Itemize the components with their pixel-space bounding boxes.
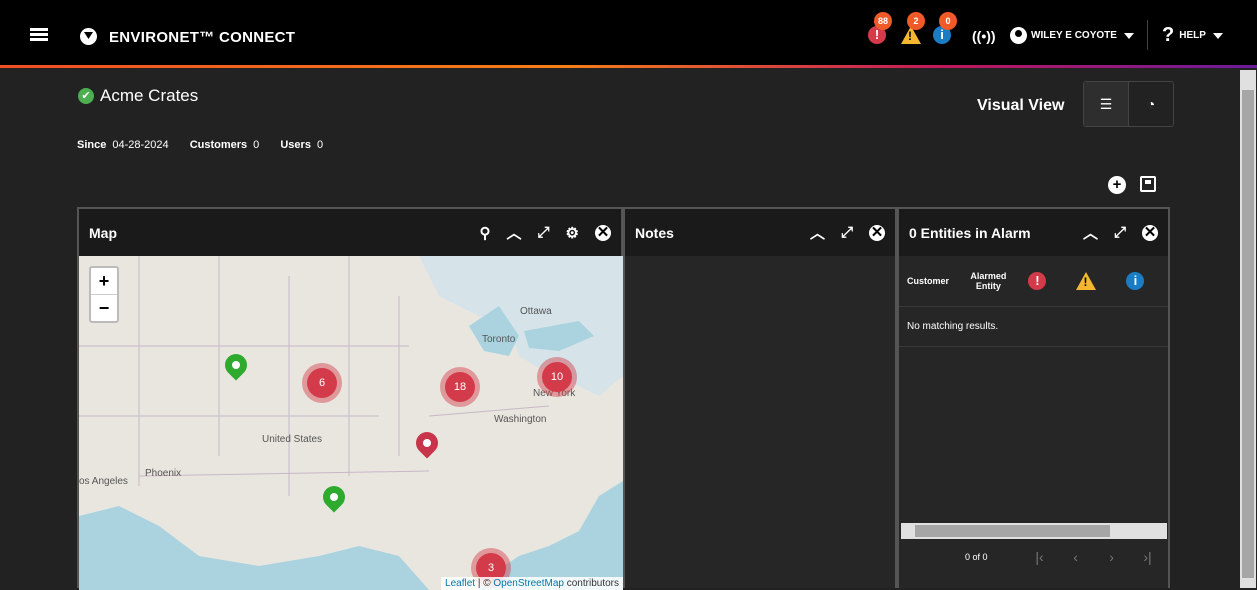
chevron-down-icon — [1123, 32, 1134, 39]
attribution-tail: contributors — [563, 578, 619, 589]
marker-cluster[interactable]: 10 — [542, 362, 572, 392]
collapse-icon[interactable]: ︿ — [507, 222, 522, 243]
customers-label: Customers — [189, 139, 248, 151]
customers-value: 0 — [253, 139, 260, 151]
map-label-ottawa: Ottawa — [520, 306, 552, 317]
page-count: 0 of 0 — [965, 552, 988, 562]
ocean-southwest — [79, 506, 429, 590]
zoom-out-button[interactable]: − — [91, 295, 117, 321]
prev-page-icon[interactable]: ‹ — [1058, 549, 1094, 565]
panel-actions: + — [1108, 176, 1156, 194]
site-title-row: ✔ Acme Crates — [78, 86, 198, 106]
user-menu[interactable]: WILEY E COYOTE — [1010, 27, 1134, 44]
marker-cluster[interactable]: 18 — [445, 372, 475, 402]
column-critical[interactable]: ! — [1013, 272, 1062, 290]
notes-panel-header: Notes ︿ ⤢ ✕ — [625, 209, 895, 256]
pagination: 0 of 0 |‹ ‹ › ›| — [899, 549, 1168, 565]
last-page-icon[interactable]: ›| — [1130, 549, 1166, 565]
osm-link[interactable]: OpenStreetMap — [493, 578, 564, 589]
map-label-united-states: United States — [262, 434, 323, 445]
help-menu[interactable]: ? HELP — [1162, 24, 1223, 47]
warning-alert-count: 2 — [907, 12, 925, 30]
column-alarmed-entity[interactable]: Alarmed Entity — [964, 271, 1013, 291]
map-panel-header: Map ⚲ ︿ ⤢ ⚙ ✕ — [79, 209, 621, 256]
warning-alerts-button[interactable]: ! 2 — [901, 12, 925, 44]
brand-title: ENVIRONET™ CONNECT — [109, 29, 296, 46]
zoom-control: + − — [89, 266, 119, 323]
help-label: HELP — [1179, 30, 1206, 41]
accent-gradient-line — [0, 65, 1257, 68]
collapse-icon[interactable]: ︿ — [1083, 222, 1098, 243]
info-icon: i — [1126, 272, 1145, 290]
wireless-signal-icon[interactable]: ((•)) — [972, 28, 996, 44]
expand-icon[interactable]: ⤢ — [841, 224, 853, 241]
first-page-icon[interactable]: |‹ — [1022, 549, 1058, 565]
alarm-panel: 0 Entities in Alarm ︿ ⤢ ✕ Customer Alarm… — [897, 207, 1170, 588]
dashboard-view-icon[interactable]: ◔ — [1129, 82, 1173, 126]
expand-icon[interactable]: ⤢ — [1114, 224, 1126, 241]
notes-panel: Notes ︿ ⤢ ✕ — [623, 207, 897, 588]
view-mode-toggle: ☰ ◔ — [1083, 81, 1174, 127]
check-circle-icon: ✔ — [78, 88, 94, 104]
close-icon[interactable]: ✕ — [869, 224, 885, 241]
view-mode-label: Visual View — [977, 97, 1065, 114]
empty-state-text: No matching results. — [899, 307, 1168, 347]
since-value: 04-28-2024 — [112, 139, 169, 151]
divider — [1147, 20, 1148, 50]
close-icon[interactable]: ✕ — [595, 224, 611, 241]
critical-icon: ! — [1028, 272, 1047, 290]
map-canvas[interactable]: Ottawa Toronto New York Washington Unite… — [79, 256, 623, 590]
user-name: WILEY E COYOTE — [1031, 30, 1117, 41]
marker-cluster[interactable]: 6 — [307, 368, 337, 398]
add-panel-icon[interactable]: + — [1108, 176, 1126, 194]
column-customer[interactable]: Customer — [907, 276, 964, 286]
attribution-separator: | © — [475, 578, 494, 589]
info-alert-count: 0 — [939, 12, 957, 30]
warning-icon: ! — [1076, 272, 1097, 290]
alarm-table-header: Customer Alarmed Entity ! ! i — [899, 256, 1168, 307]
environet-logo-icon — [80, 28, 97, 45]
page-scrollbar-thumb[interactable] — [1242, 90, 1254, 578]
scrollbar-thumb[interactable] — [915, 525, 1110, 537]
alarm-panel-title: 0 Entities in Alarm — [909, 224, 1031, 241]
save-layout-icon[interactable] — [1140, 176, 1156, 192]
map-attribution: Leaflet | © OpenStreetMap contributors — [441, 577, 623, 590]
critical-alerts-button[interactable]: ! 88 — [868, 12, 892, 44]
user-avatar-icon — [1010, 27, 1027, 44]
collapse-icon[interactable]: ︿ — [810, 222, 825, 243]
zoom-in-button[interactable]: + — [91, 268, 117, 295]
map-label-toronto: Toronto — [482, 334, 516, 345]
top-nav-bar: ENVIRONET™ CONNECT ! 88 ! 2 i 0 ((•)) WI… — [0, 0, 1257, 68]
location-pin-icon[interactable]: ⚲ — [480, 224, 491, 242]
critical-alert-count: 88 — [874, 12, 892, 30]
horizontal-scrollbar[interactable] — [901, 523, 1167, 539]
page-title: Acme Crates — [100, 86, 199, 105]
question-mark-icon: ? — [1162, 24, 1175, 46]
expand-icon[interactable]: ⤢ — [538, 224, 550, 241]
map-panel-title: Map — [89, 224, 117, 241]
map-label-phoenix: Phoenix — [145, 468, 182, 479]
gear-icon[interactable]: ⚙ — [566, 224, 579, 242]
leaflet-link[interactable]: Leaflet — [445, 578, 475, 589]
users-label: Users — [280, 139, 311, 151]
map-panel: Map ⚲ ︿ ⤢ ⚙ ✕ Ottawa Toronto New York Wa… — [77, 207, 623, 590]
map-label-los-angeles: os Angeles — [79, 476, 128, 487]
next-page-icon[interactable]: › — [1094, 549, 1130, 565]
users-value: 0 — [316, 139, 324, 151]
column-warning[interactable]: ! — [1062, 272, 1111, 290]
list-view-icon[interactable]: ☰ — [1084, 82, 1129, 126]
info-alerts-button[interactable]: i 0 — [933, 12, 957, 44]
close-icon[interactable]: ✕ — [1142, 224, 1158, 241]
map-label-washington: Washington — [494, 414, 547, 425]
alarm-panel-header: 0 Entities in Alarm ︿ ⤢ ✕ — [899, 209, 1168, 256]
column-info[interactable]: i — [1111, 272, 1160, 290]
notes-panel-title: Notes — [635, 224, 674, 241]
chevron-down-icon — [1212, 32, 1223, 39]
since-label: Since — [77, 139, 107, 151]
hamburger-menu-icon[interactable] — [30, 28, 48, 41]
site-meta: Since 04-28-2024 Customers 0 Users 0 — [77, 139, 341, 151]
page-scrollbar[interactable] — [1240, 70, 1256, 588]
